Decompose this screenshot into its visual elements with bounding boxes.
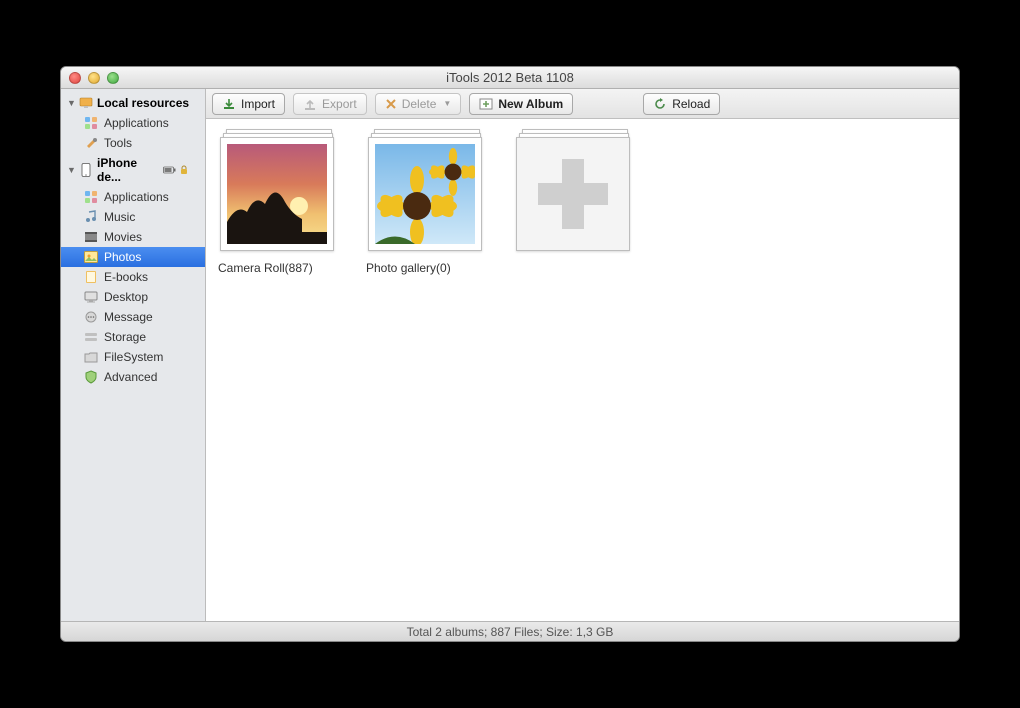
sidebar-item-label: Tools	[104, 136, 132, 150]
button-label: Export	[322, 97, 357, 111]
desktop-icon	[83, 290, 99, 304]
sidebar-item-label: Photos	[104, 250, 141, 264]
album-thumbnail-stack	[368, 129, 490, 251]
plus-icon	[538, 159, 608, 229]
sidebar-section-label: iPhone de...	[97, 156, 157, 184]
album-add-new[interactable]	[512, 129, 642, 261]
sidebar-item-label: Applications	[104, 190, 169, 204]
delete-icon	[385, 98, 397, 110]
main-panel: Import Export Delete ▼ New Album	[206, 89, 959, 621]
sidebar-item-label: Advanced	[104, 370, 157, 384]
sidebar-item-local-tools[interactable]: Tools	[61, 133, 205, 153]
album-label: Camera Roll(887)	[216, 261, 346, 275]
folder-icon	[83, 350, 99, 364]
message-icon	[83, 310, 99, 324]
sidebar-item-label: Desktop	[104, 290, 148, 304]
status-bar: Total 2 albums; 887 Files; Size: 1,3 GB	[61, 621, 959, 641]
sidebar-item-ebooks[interactable]: E-books	[61, 267, 205, 287]
export-button[interactable]: Export	[293, 93, 367, 115]
album-grid: Camera Roll(887)	[206, 119, 959, 621]
minimize-window-button[interactable]	[88, 72, 100, 84]
reload-icon	[653, 97, 667, 111]
zoom-window-button[interactable]	[107, 72, 119, 84]
device-badges	[163, 165, 189, 175]
album-label: Photo gallery(0)	[364, 261, 494, 275]
disclosure-triangle-icon: ▼	[67, 98, 75, 108]
window-body: ▼ Local resources Applications Tools	[61, 89, 959, 621]
sidebar-item-label: Applications	[104, 116, 169, 130]
new-album-button[interactable]: New Album	[469, 93, 573, 115]
button-label: Delete	[402, 97, 437, 111]
sidebar-item-message[interactable]: Message	[61, 307, 205, 327]
battery-icon	[163, 165, 177, 175]
toolbar: Import Export Delete ▼ New Album	[206, 89, 959, 119]
sidebar-item-label: Message	[104, 310, 153, 324]
movies-icon	[83, 230, 99, 244]
sunflower-thumbnail	[375, 144, 475, 244]
sidebar-item-filesystem[interactable]: FileSystem	[61, 347, 205, 367]
window-title: iTools 2012 Beta 1108	[61, 70, 959, 85]
sidebar: ▼ Local resources Applications Tools	[61, 89, 206, 621]
computer-icon	[79, 97, 93, 109]
sidebar-item-label: Music	[104, 210, 135, 224]
apps-icon	[83, 190, 99, 204]
export-icon	[303, 97, 317, 111]
sidebar-item-photos[interactable]: Photos	[61, 247, 205, 267]
import-icon	[222, 97, 236, 111]
iphone-icon	[79, 164, 93, 176]
sidebar-item-desktop[interactable]: Desktop	[61, 287, 205, 307]
photos-icon	[83, 250, 99, 264]
button-label: Import	[241, 97, 275, 111]
ebooks-icon	[83, 270, 99, 284]
lock-icon	[179, 165, 189, 175]
album-camera-roll[interactable]: Camera Roll(887)	[216, 129, 346, 275]
sunset-thumbnail	[227, 144, 327, 244]
window-controls	[61, 72, 119, 84]
new-album-icon	[479, 98, 493, 110]
sidebar-item-movies[interactable]: Movies	[61, 227, 205, 247]
close-window-button[interactable]	[69, 72, 81, 84]
sidebar-item-label: Movies	[104, 230, 142, 244]
sidebar-section-local[interactable]: ▼ Local resources	[61, 93, 205, 113]
album-photo-gallery[interactable]: Photo gallery(0)	[364, 129, 494, 275]
album-thumbnail-stack	[516, 129, 638, 251]
reload-button[interactable]: Reload	[643, 93, 720, 115]
sidebar-item-local-applications[interactable]: Applications	[61, 113, 205, 133]
tools-icon	[83, 136, 99, 150]
app-window: iTools 2012 Beta 1108 ▼ Local resources …	[60, 66, 960, 642]
import-button[interactable]: Import	[212, 93, 285, 115]
sidebar-section-device[interactable]: ▼ iPhone de...	[61, 153, 205, 187]
sidebar-item-label: Storage	[104, 330, 146, 344]
disclosure-triangle-icon: ▼	[67, 165, 75, 175]
button-label: New Album	[498, 97, 563, 111]
sidebar-item-music[interactable]: Music	[61, 207, 205, 227]
sidebar-item-label: FileSystem	[104, 350, 163, 364]
sidebar-item-label: E-books	[104, 270, 148, 284]
shield-icon	[83, 370, 99, 384]
music-icon	[83, 210, 99, 224]
sidebar-item-storage[interactable]: Storage	[61, 327, 205, 347]
chevron-down-icon: ▼	[443, 99, 451, 108]
titlebar: iTools 2012 Beta 1108	[61, 67, 959, 89]
button-label: Reload	[672, 97, 710, 111]
album-thumbnail-stack	[220, 129, 342, 251]
sidebar-section-label: Local resources	[97, 96, 189, 110]
delete-button[interactable]: Delete ▼	[375, 93, 462, 115]
apps-icon	[83, 116, 99, 130]
sidebar-item-advanced[interactable]: Advanced	[61, 367, 205, 387]
storage-icon	[83, 330, 99, 344]
status-text: Total 2 albums; 887 Files; Size: 1,3 GB	[407, 625, 614, 639]
sidebar-item-applications[interactable]: Applications	[61, 187, 205, 207]
